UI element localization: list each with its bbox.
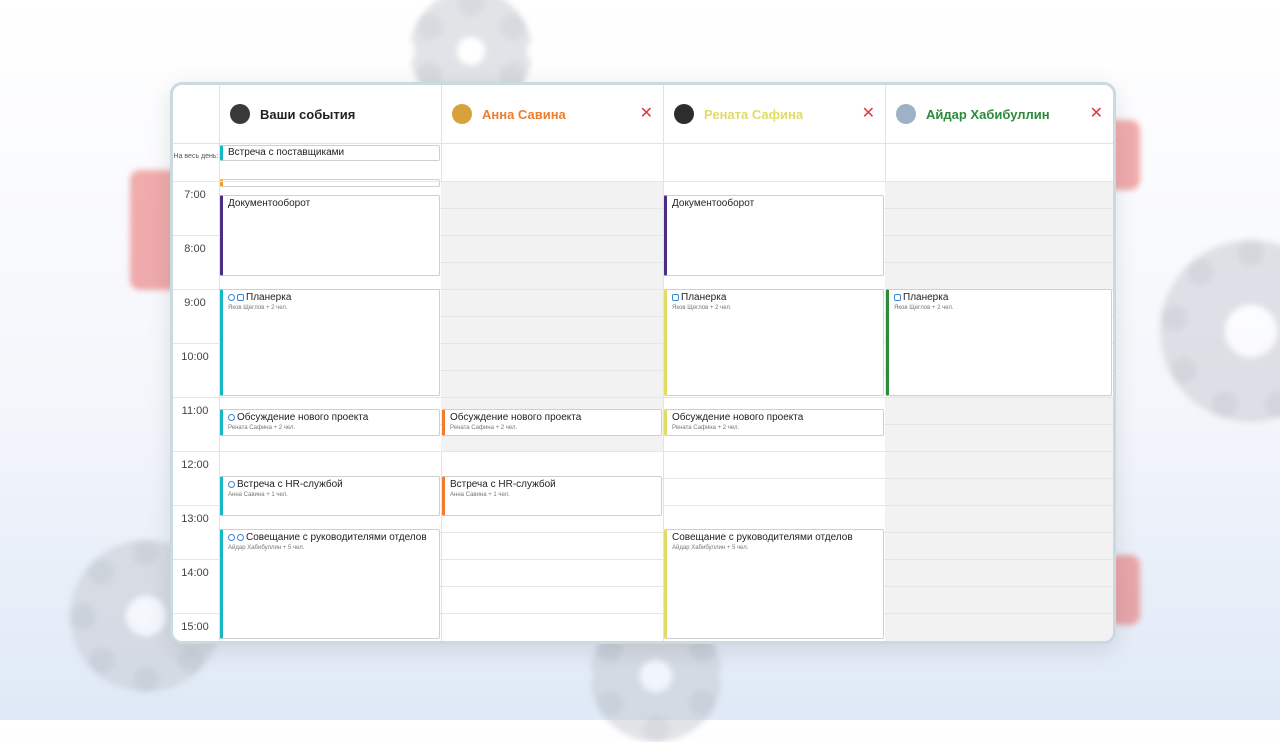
- event-participants: Рената Сафина + 2 чел.: [672, 425, 740, 431]
- event-title: Встреча с HR-службой: [450, 479, 556, 490]
- event-project[interactable]: Обсуждение нового проекта Рената Сафина …: [664, 409, 884, 436]
- avatar: [230, 104, 250, 124]
- copy-icon: [894, 293, 901, 301]
- avatar: [896, 104, 916, 124]
- event-hr[interactable]: Встреча с HR-службой Анна Савина + 1 чел…: [442, 476, 662, 516]
- event-heads-meeting[interactable]: Совещание с руководителями отделов Айдар…: [664, 529, 884, 639]
- gear-icon: [1160, 240, 1280, 422]
- event-documents[interactable]: Документооборот: [664, 195, 884, 276]
- close-icon[interactable]: ✕: [862, 103, 875, 123]
- grid-line: [173, 181, 1113, 182]
- grid-line: [173, 397, 1113, 398]
- time-label: 14:00: [181, 567, 209, 579]
- off-hours-shade: [885, 396, 1113, 641]
- clock-icon: [228, 533, 235, 541]
- time-label: 13:00: [181, 513, 209, 525]
- event-project[interactable]: Обсуждение нового проекта Рената Сафина …: [442, 409, 662, 436]
- column-header-you: Ваши события: [219, 85, 441, 143]
- plus-circle-icon: [237, 533, 244, 541]
- close-icon[interactable]: ✕: [640, 103, 653, 123]
- event-title-text: Планерка: [681, 292, 727, 303]
- event-planerka[interactable]: Планерка Яков Щеглов + 2 чел.: [220, 289, 440, 396]
- event-participants: Анна Савина + 1 чел.: [228, 492, 288, 498]
- time-label: 9:00: [184, 297, 206, 309]
- off-hours-shade: [441, 181, 663, 291]
- allday-cell[interactable]: [663, 143, 885, 181]
- event-heads-meeting[interactable]: Совещание с руководителями отделов Айдар…: [220, 529, 440, 639]
- time-label: 15:00: [181, 621, 209, 633]
- event-participants: Айдар Хабибуллин + 5 чел.: [228, 545, 305, 551]
- event-title-text: Совещание с руководителями отделов: [246, 532, 427, 543]
- event-title: Планерка: [672, 292, 878, 304]
- event-project[interactable]: Обсуждение нового проекта Рената Сафина …: [220, 409, 440, 436]
- column-title: Рената Сафина: [704, 106, 804, 122]
- event-title: Обсуждение нового проекта: [228, 412, 434, 424]
- allday-cell[interactable]: [441, 143, 663, 181]
- calendar-panel: Ваши события Анна Савина ✕ Рената Сафина…: [170, 82, 1116, 644]
- clock-icon: [228, 293, 235, 301]
- event-participants: Яков Щеглов + 2 чел.: [228, 305, 288, 311]
- event-participants: Айдар Хабибуллин + 5 чел.: [672, 545, 749, 551]
- event-title: Обсуждение нового проекта: [672, 412, 804, 423]
- allday-label: На весь день:: [173, 153, 219, 160]
- event-participants: Анна Савина + 1 чел.: [450, 492, 510, 498]
- event-participants: Яков Щеглов + 2 чел.: [672, 305, 732, 311]
- time-label: 8:00: [184, 243, 206, 255]
- off-hours-shade: [885, 181, 1113, 291]
- avatar: [452, 104, 472, 124]
- allday-cell[interactable]: [885, 143, 1113, 181]
- column-title: Ваши события: [260, 106, 356, 122]
- time-label: 7:00: [184, 189, 206, 201]
- event-planerka[interactable]: Планерка Яков Щеглов + 2 чел.: [664, 289, 884, 396]
- event-title-text: Планерка: [903, 292, 949, 303]
- event-documents[interactable]: Документооборот: [220, 195, 440, 276]
- close-icon[interactable]: ✕: [1090, 103, 1103, 123]
- event-title: Документооборот: [672, 198, 755, 209]
- event-hr[interactable]: Встреча с HR-службой Анна Савина + 1 чел…: [220, 476, 440, 516]
- copy-icon: [672, 293, 679, 301]
- event-title: Планерка: [228, 292, 434, 304]
- event-title: Встреча с поставщиками: [228, 147, 345, 158]
- event-planerka[interactable]: Планерка Яков Щеглов + 2 чел.: [886, 289, 1112, 396]
- column-header-aidar: Айдар Хабибуллин ✕: [885, 85, 1113, 143]
- event-participants: Рената Сафина + 2 чел.: [228, 425, 296, 431]
- event-supplier-meeting[interactable]: Встреча с поставщиками: [220, 145, 440, 161]
- event-title: Совещание с руководителями отделов: [672, 532, 853, 543]
- clock-icon: [228, 413, 235, 421]
- allday-row: На весь день: Встреча с поставщиками: [173, 143, 1113, 187]
- avatar: [674, 104, 694, 124]
- copy-icon: [237, 293, 244, 301]
- event-participants: Яков Щеглов + 2 чел.: [894, 305, 954, 311]
- event-title: Документооборот: [228, 198, 311, 209]
- column-title: Айдар Хабибуллин: [926, 106, 1050, 122]
- event-title-text: Планерка: [246, 292, 292, 303]
- event-participants: Рената Сафина + 2 чел.: [450, 425, 518, 431]
- time-label: 12:00: [181, 459, 209, 471]
- time-label: 11:00: [181, 405, 209, 417]
- event-title-text: Встреча с HR-службой: [237, 479, 343, 490]
- event-title: Обсуждение нового проекта: [450, 412, 582, 423]
- event-title: Совещание с руководителями отделов: [228, 532, 434, 544]
- column-header-renata: Рената Сафина ✕: [663, 85, 885, 143]
- column-title: Анна Савина: [482, 106, 566, 122]
- grid-line: [173, 451, 1113, 452]
- column-header-anna: Анна Савина ✕: [441, 85, 663, 143]
- time-label: 10:00: [181, 351, 209, 363]
- clock-icon: [228, 480, 235, 488]
- calendar-header: Ваши события Анна Савина ✕ Рената Сафина…: [173, 85, 1113, 144]
- time-grid: 7:00 8:00 9:00 10:00 11:00 12:00 13:00 1…: [173, 181, 1113, 641]
- event-title-text: Обсуждение нового проекта: [237, 412, 369, 423]
- event-title: Встреча с HR-службой: [228, 479, 434, 491]
- event-title: Планерка: [894, 292, 1106, 304]
